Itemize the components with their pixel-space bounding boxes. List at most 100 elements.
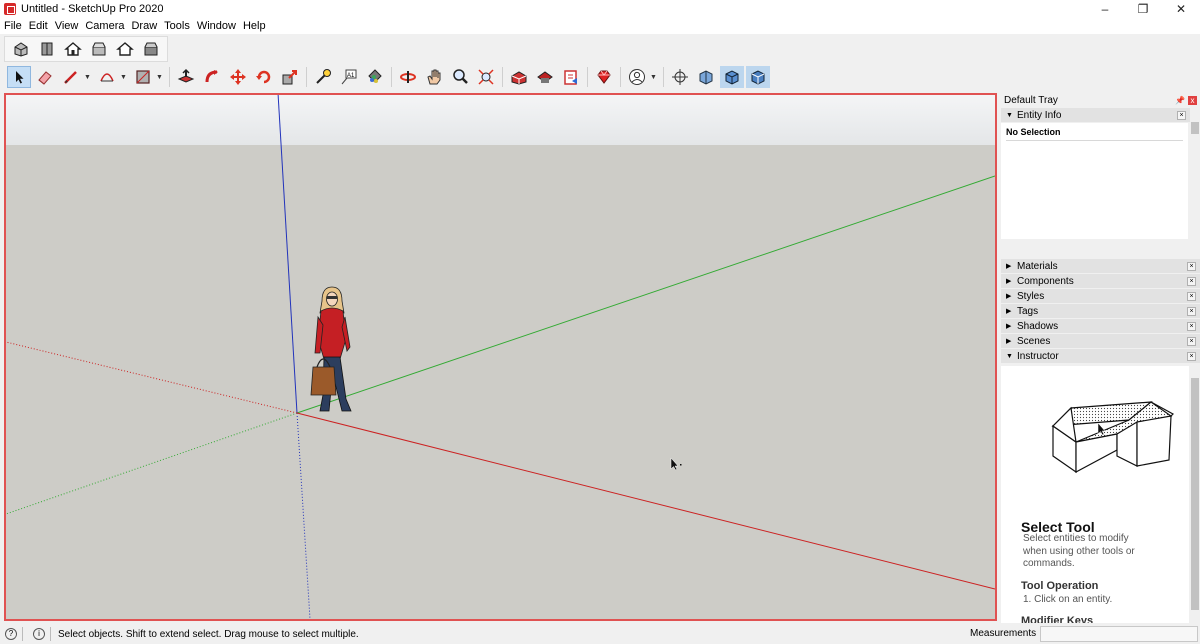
select-tool-icon[interactable] [7,66,31,88]
instructor-operation-heading: Tool Operation [1021,580,1099,592]
expanded-triangle-icon: ▼ [1006,111,1013,119]
text-tool-icon[interactable]: A1 [337,66,361,88]
rectangle-tool-dropdown-icon[interactable]: ▼ [156,74,164,81]
panel-label: Materials [1017,260,1058,272]
instructor-scrollbar[interactable] [1190,366,1200,623]
instructor-house-illustration [1051,401,1174,474]
account-dropdown-icon[interactable]: ▼ [650,74,658,81]
panel-close-icon[interactable]: × [1187,351,1196,361]
zoom-tool-icon[interactable] [448,66,472,88]
window-title: Untitled - SketchUp Pro 2020 [21,3,164,15]
arc-tool-dropdown-icon[interactable]: ▼ [120,74,128,81]
extension-manager-icon[interactable] [592,66,616,88]
collapsed-triangle-icon: ▶ [1006,293,1012,300]
panel-styles[interactable]: ▶ Styles × [1001,289,1200,303]
panel-instructor[interactable]: ▼ Instructor × [1001,349,1200,363]
info-icon[interactable]: i [33,628,45,640]
pan-tool-icon[interactable] [422,66,446,88]
zoom-extents-tool-icon[interactable] [474,66,498,88]
panel-materials[interactable]: ▶ Materials × [1001,259,1200,273]
rectangle-tool-icon[interactable] [131,66,155,88]
measurements-label: Measurements [970,628,1037,639]
sketchup-logo-icon [4,3,16,15]
views-toolbar [4,36,168,62]
panel-close-icon[interactable]: × [1187,336,1196,346]
panel-label: Components [1017,275,1074,287]
sky [6,95,995,145]
drawing-viewport[interactable] [4,93,997,621]
tray-title: Default Tray [1004,94,1058,106]
panel-close-icon[interactable]: × [1187,321,1196,331]
front-view-icon[interactable] [61,38,85,60]
extension-warehouse-icon[interactable] [533,66,557,88]
title-bar: Untitled - SketchUp Pro 2020 – ❐ ✕ [0,0,1200,18]
status-bar: ? i Select objects. Shift to extend sele… [0,624,1200,644]
entity-info-scroll-thumb[interactable] [1191,122,1199,134]
panel-close-icon[interactable]: × [1187,261,1196,271]
restore-button[interactable]: ❐ [1124,0,1162,18]
panel-close-icon[interactable]: × [1177,110,1186,120]
paint-bucket-tool-icon[interactable] [363,66,387,88]
pin-icon[interactable]: 📌 [1175,96,1185,105]
line-tool-icon[interactable] [59,66,83,88]
panel-shadows[interactable]: ▶ Shadows × [1001,319,1200,333]
account-icon[interactable] [625,66,649,88]
panel-label: Styles [1017,290,1045,302]
layout-icon[interactable] [559,66,583,88]
panel-close-icon[interactable]: × [1187,276,1196,286]
menu-help[interactable]: Help [243,20,266,32]
panel-label: Shadows [1017,320,1059,332]
move-tool-icon[interactable] [226,66,250,88]
menu-view[interactable]: View [55,20,79,32]
arc-tool-icon[interactable] [95,66,119,88]
scale-tool-icon[interactable] [278,66,302,88]
panel-label: Instructor [1017,350,1059,362]
axes-tool-icon[interactable] [668,66,692,88]
panel-label: Scenes [1017,335,1051,347]
panel-components[interactable]: ▶ Components × [1001,274,1200,288]
panel-close-icon[interactable]: × [1187,291,1196,301]
entity-info-scrollbar[interactable] [1190,108,1200,242]
rotate-tool-icon[interactable] [252,66,276,88]
eraser-tool-icon[interactable] [33,66,57,88]
menu-tools[interactable]: Tools [164,20,190,32]
panel-label: Entity Info [1017,109,1062,121]
line-tool-dropdown-icon[interactable]: ▼ [84,74,92,81]
instructor-tool-description: Select entities to modify when using oth… [1023,533,1135,569]
close-button[interactable]: ✕ [1162,0,1200,18]
panel-label: Tags [1017,305,1039,317]
instructor-scroll-thumb[interactable] [1191,378,1199,610]
push-pull-tool-icon[interactable] [174,66,198,88]
xray-style-icon[interactable] [720,66,744,88]
tray-close-icon[interactable]: x [1188,95,1197,105]
back-view-icon[interactable] [113,38,137,60]
menu-camera[interactable]: Camera [85,20,124,32]
panel-entity-info[interactable]: ▼ Entity Info × [1001,108,1200,122]
default-tray: Default Tray 📌 x ▼ Entity Info × No Sele… [1001,93,1200,623]
menu-bar: File Edit View Camera Draw Tools Window … [0,18,1200,34]
instructor-modifier-heading: Modifier Keys [1021,615,1094,623]
tape-measure-tool-icon[interactable] [311,66,335,88]
right-view-icon[interactable] [87,38,111,60]
shaded-style-icon[interactable] [746,66,770,88]
measurements-input[interactable] [1040,626,1198,642]
warehouse-icon[interactable] [507,66,531,88]
section-plane-icon[interactable] [694,66,718,88]
top-view-icon[interactable] [35,38,59,60]
menu-file[interactable]: File [4,20,22,32]
help-icon[interactable]: ? [5,628,17,640]
menu-window[interactable]: Window [197,20,236,32]
iso-view-icon[interactable] [9,38,33,60]
follow-me-tool-icon[interactable] [200,66,224,88]
left-view-icon[interactable] [139,38,163,60]
panel-tags[interactable]: ▶ Tags × [1001,304,1200,318]
minimize-button[interactable]: – [1086,0,1124,18]
panel-close-icon[interactable]: × [1187,306,1196,316]
orbit-tool-icon[interactable] [396,66,420,88]
window-controls: – ❐ ✕ [1086,0,1200,18]
svg-text:A1: A1 [347,73,355,79]
menu-edit[interactable]: Edit [29,20,48,32]
panel-scenes[interactable]: ▶ Scenes × [1001,334,1200,348]
menu-draw[interactable]: Draw [131,20,157,32]
collapsed-triangle-icon: ▶ [1006,278,1012,285]
